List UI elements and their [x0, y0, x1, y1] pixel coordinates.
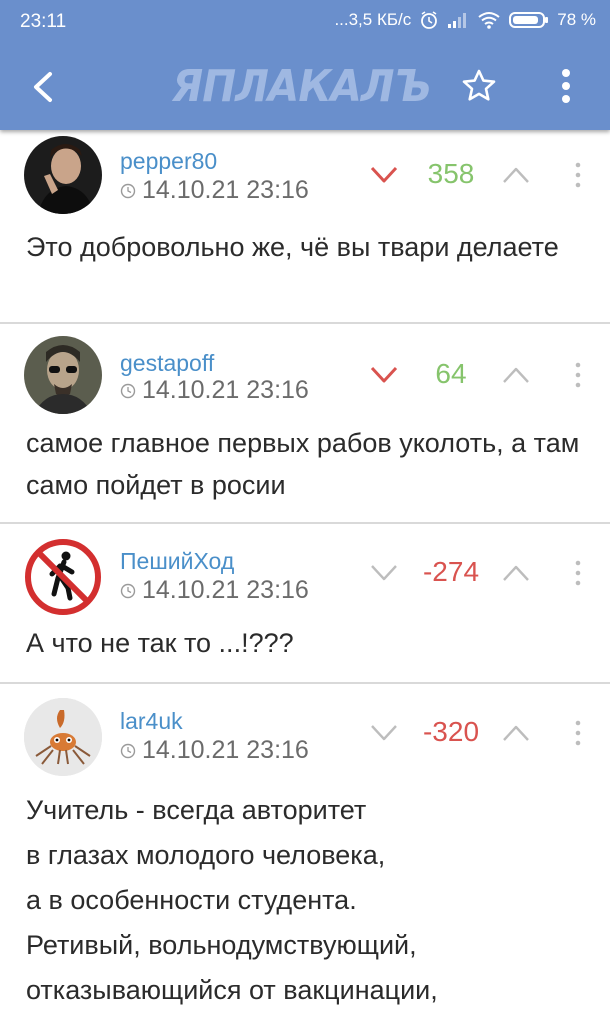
- back-arrow-icon[interactable]: [24, 66, 64, 108]
- comment-text: самое главное первых рабов уколоть, а та…: [26, 428, 580, 500]
- timestamp: 14.10.21 23:16: [120, 176, 309, 205]
- battery-percent: 78 %: [557, 10, 596, 29]
- comment-text-line: отказывающийся от вакцинации,: [26, 975, 438, 1005]
- clock-icon: [120, 583, 136, 598]
- vote-down-icon[interactable]: [369, 164, 399, 186]
- signal-icon: [448, 13, 467, 28]
- network-speed: ...3,5 КБ/с: [334, 10, 412, 29]
- comment-item: pepper80 14.10.21 23:16 358 Это добровол…: [0, 130, 610, 324]
- username[interactable]: pepper80: [120, 148, 217, 175]
- clock-icon: [120, 383, 136, 398]
- timestamp: 14.10.21 23:16: [120, 736, 309, 765]
- avatar[interactable]: [24, 136, 102, 214]
- comment-item: ПешийХод 14.10.21 23:16 -274 А что не та…: [0, 524, 610, 684]
- more-vert-icon[interactable]: [573, 558, 583, 588]
- timestamp-text: 14.10.21 23:16: [142, 176, 309, 204]
- comment-score: 64: [435, 358, 467, 389]
- username[interactable]: gestapoff: [120, 350, 214, 377]
- more-vert-icon[interactable]: [573, 160, 583, 190]
- vote-up-icon[interactable]: [501, 364, 531, 386]
- top-bar: 23:11 ...3,5 КБ/с 78 % ЯПЛАКАЛЪ: [0, 0, 610, 130]
- vote-up-icon[interactable]: [501, 562, 531, 584]
- more-vert-icon[interactable]: [573, 360, 583, 390]
- timestamp-text: 14.10.21 23:16: [142, 736, 309, 764]
- comment-text-line: Учитель - всегда авторитет: [26, 795, 367, 825]
- vote-down-icon[interactable]: [369, 364, 399, 386]
- avatar[interactable]: [24, 336, 102, 414]
- username[interactable]: ПешийХод: [120, 548, 234, 575]
- comment-score: -274: [422, 556, 480, 587]
- avatar[interactable]: [24, 538, 102, 616]
- status-bar: 23:11 ...3,5 КБ/с 78 %: [0, 0, 610, 44]
- comment-item: lar4uk 14.10.21 23:16 -320 Учитель - все…: [0, 684, 610, 1005]
- wifi-icon: [478, 12, 500, 29]
- timestamp: 14.10.21 23:16: [120, 576, 309, 605]
- comment-text: Учитель - всегда авторитет в глазах моло…: [26, 788, 590, 1013]
- timestamp: 14.10.21 23:16: [120, 376, 309, 405]
- comment-text-line: в глазах молодого человека,: [26, 840, 386, 870]
- timestamp-text: 14.10.21 23:16: [142, 376, 309, 404]
- battery-icon: [509, 12, 549, 28]
- status-indicators: ...3,5 КБ/с 78 %: [334, 10, 596, 30]
- vote-up-icon[interactable]: [501, 722, 531, 744]
- comment-feed: pepper80 14.10.21 23:16 358 Это добровол…: [0, 130, 610, 1005]
- vote-up-icon[interactable]: [501, 164, 531, 186]
- username[interactable]: lar4uk: [120, 708, 183, 735]
- comment-text-line: Ретивый, вольнодумствующий,: [26, 930, 417, 960]
- more-vert-icon[interactable]: [555, 66, 577, 106]
- comment-score: -320: [422, 716, 480, 747]
- timestamp-text: 14.10.21 23:16: [142, 576, 309, 604]
- star-icon[interactable]: [461, 68, 497, 104]
- comment-text: Это добровольно же, чё вы твари делаете: [26, 232, 559, 262]
- clock-icon: [120, 183, 136, 198]
- comment-text: А что не так то ...!???: [26, 628, 294, 658]
- vote-down-icon[interactable]: [369, 722, 399, 744]
- comment-score: 358: [427, 158, 475, 189]
- comment-item: gestapoff 14.10.21 23:16 64 самое главно…: [0, 324, 610, 524]
- clock-icon: [120, 743, 136, 758]
- status-time: 23:11: [20, 11, 67, 32]
- app-bar: ЯПЛАКАЛЪ: [0, 44, 610, 130]
- app-logo[interactable]: ЯПЛАКАЛЪ: [172, 62, 432, 112]
- vote-down-icon[interactable]: [369, 562, 399, 584]
- more-vert-icon[interactable]: [573, 718, 583, 748]
- comment-text-line: а в особенности студента.: [26, 885, 357, 915]
- alarm-icon: [421, 11, 438, 29]
- avatar[interactable]: [24, 698, 102, 776]
